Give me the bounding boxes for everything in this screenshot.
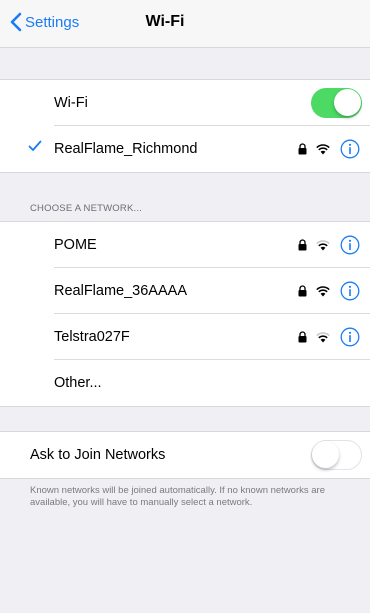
- ask-to-join-toggle-knob: [312, 441, 339, 468]
- info-icon[interactable]: [340, 235, 360, 255]
- wifi-toggle-label: Wi-Fi: [54, 95, 88, 111]
- info-icon[interactable]: [340, 139, 360, 159]
- wifi-toggle-knob: [334, 89, 361, 116]
- connected-network-row[interactable]: RealFlame_Richmond: [0, 126, 370, 172]
- wifi-settings-screen: Settings Wi-Fi Wi-Fi RealFlame_Richmond: [0, 0, 370, 613]
- checkmark-icon: [28, 139, 42, 153]
- network-row-realflame-36aaaa[interactable]: RealFlame_36AAAA: [0, 268, 370, 314]
- network-status-icons: [298, 268, 360, 314]
- wifi-group: Wi-Fi RealFlame_Richmond: [0, 79, 370, 173]
- other-network-row[interactable]: Other...: [0, 360, 370, 406]
- other-network-label: Other...: [54, 375, 102, 391]
- page-title: Wi-Fi: [145, 13, 185, 30]
- ask-to-join-toggle[interactable]: [311, 440, 362, 470]
- info-icon[interactable]: [340, 327, 360, 347]
- wifi-icon: [316, 331, 330, 342]
- ask-to-join-row: Ask to Join Networks: [0, 432, 370, 478]
- wifi-toggle-row: Wi-Fi: [0, 80, 370, 126]
- ask-to-join-group: Ask to Join Networks: [0, 431, 370, 479]
- ask-to-join-label: Ask to Join Networks: [30, 447, 166, 463]
- lock-icon: [298, 239, 307, 251]
- network-status-icons: [298, 222, 360, 268]
- navigation-bar: Settings Wi-Fi: [0, 0, 370, 48]
- network-status-icons: [298, 126, 360, 172]
- choose-network-header: CHOOSE A NETWORK...: [30, 203, 143, 214]
- wifi-icon: [316, 143, 330, 154]
- ask-to-join-note: Known networks will be joined automatica…: [30, 485, 325, 508]
- network-status-icons: [298, 314, 360, 360]
- network-list: POME RealFlame_36AAAA Telstra027F Other.…: [0, 221, 370, 407]
- wifi-toggle[interactable]: [311, 88, 362, 118]
- lock-icon: [298, 331, 307, 343]
- lock-icon: [298, 143, 307, 155]
- network-row-telstra027f[interactable]: Telstra027F: [0, 314, 370, 360]
- network-name: RealFlame_36AAAA: [54, 283, 187, 299]
- wifi-icon: [316, 285, 330, 296]
- network-row-pome[interactable]: POME: [0, 222, 370, 268]
- wifi-icon: [316, 239, 330, 250]
- connected-network-name: RealFlame_Richmond: [54, 141, 198, 157]
- info-icon[interactable]: [340, 281, 360, 301]
- network-name: POME: [54, 237, 97, 253]
- lock-icon: [298, 285, 307, 297]
- network-name: Telstra027F: [54, 329, 130, 345]
